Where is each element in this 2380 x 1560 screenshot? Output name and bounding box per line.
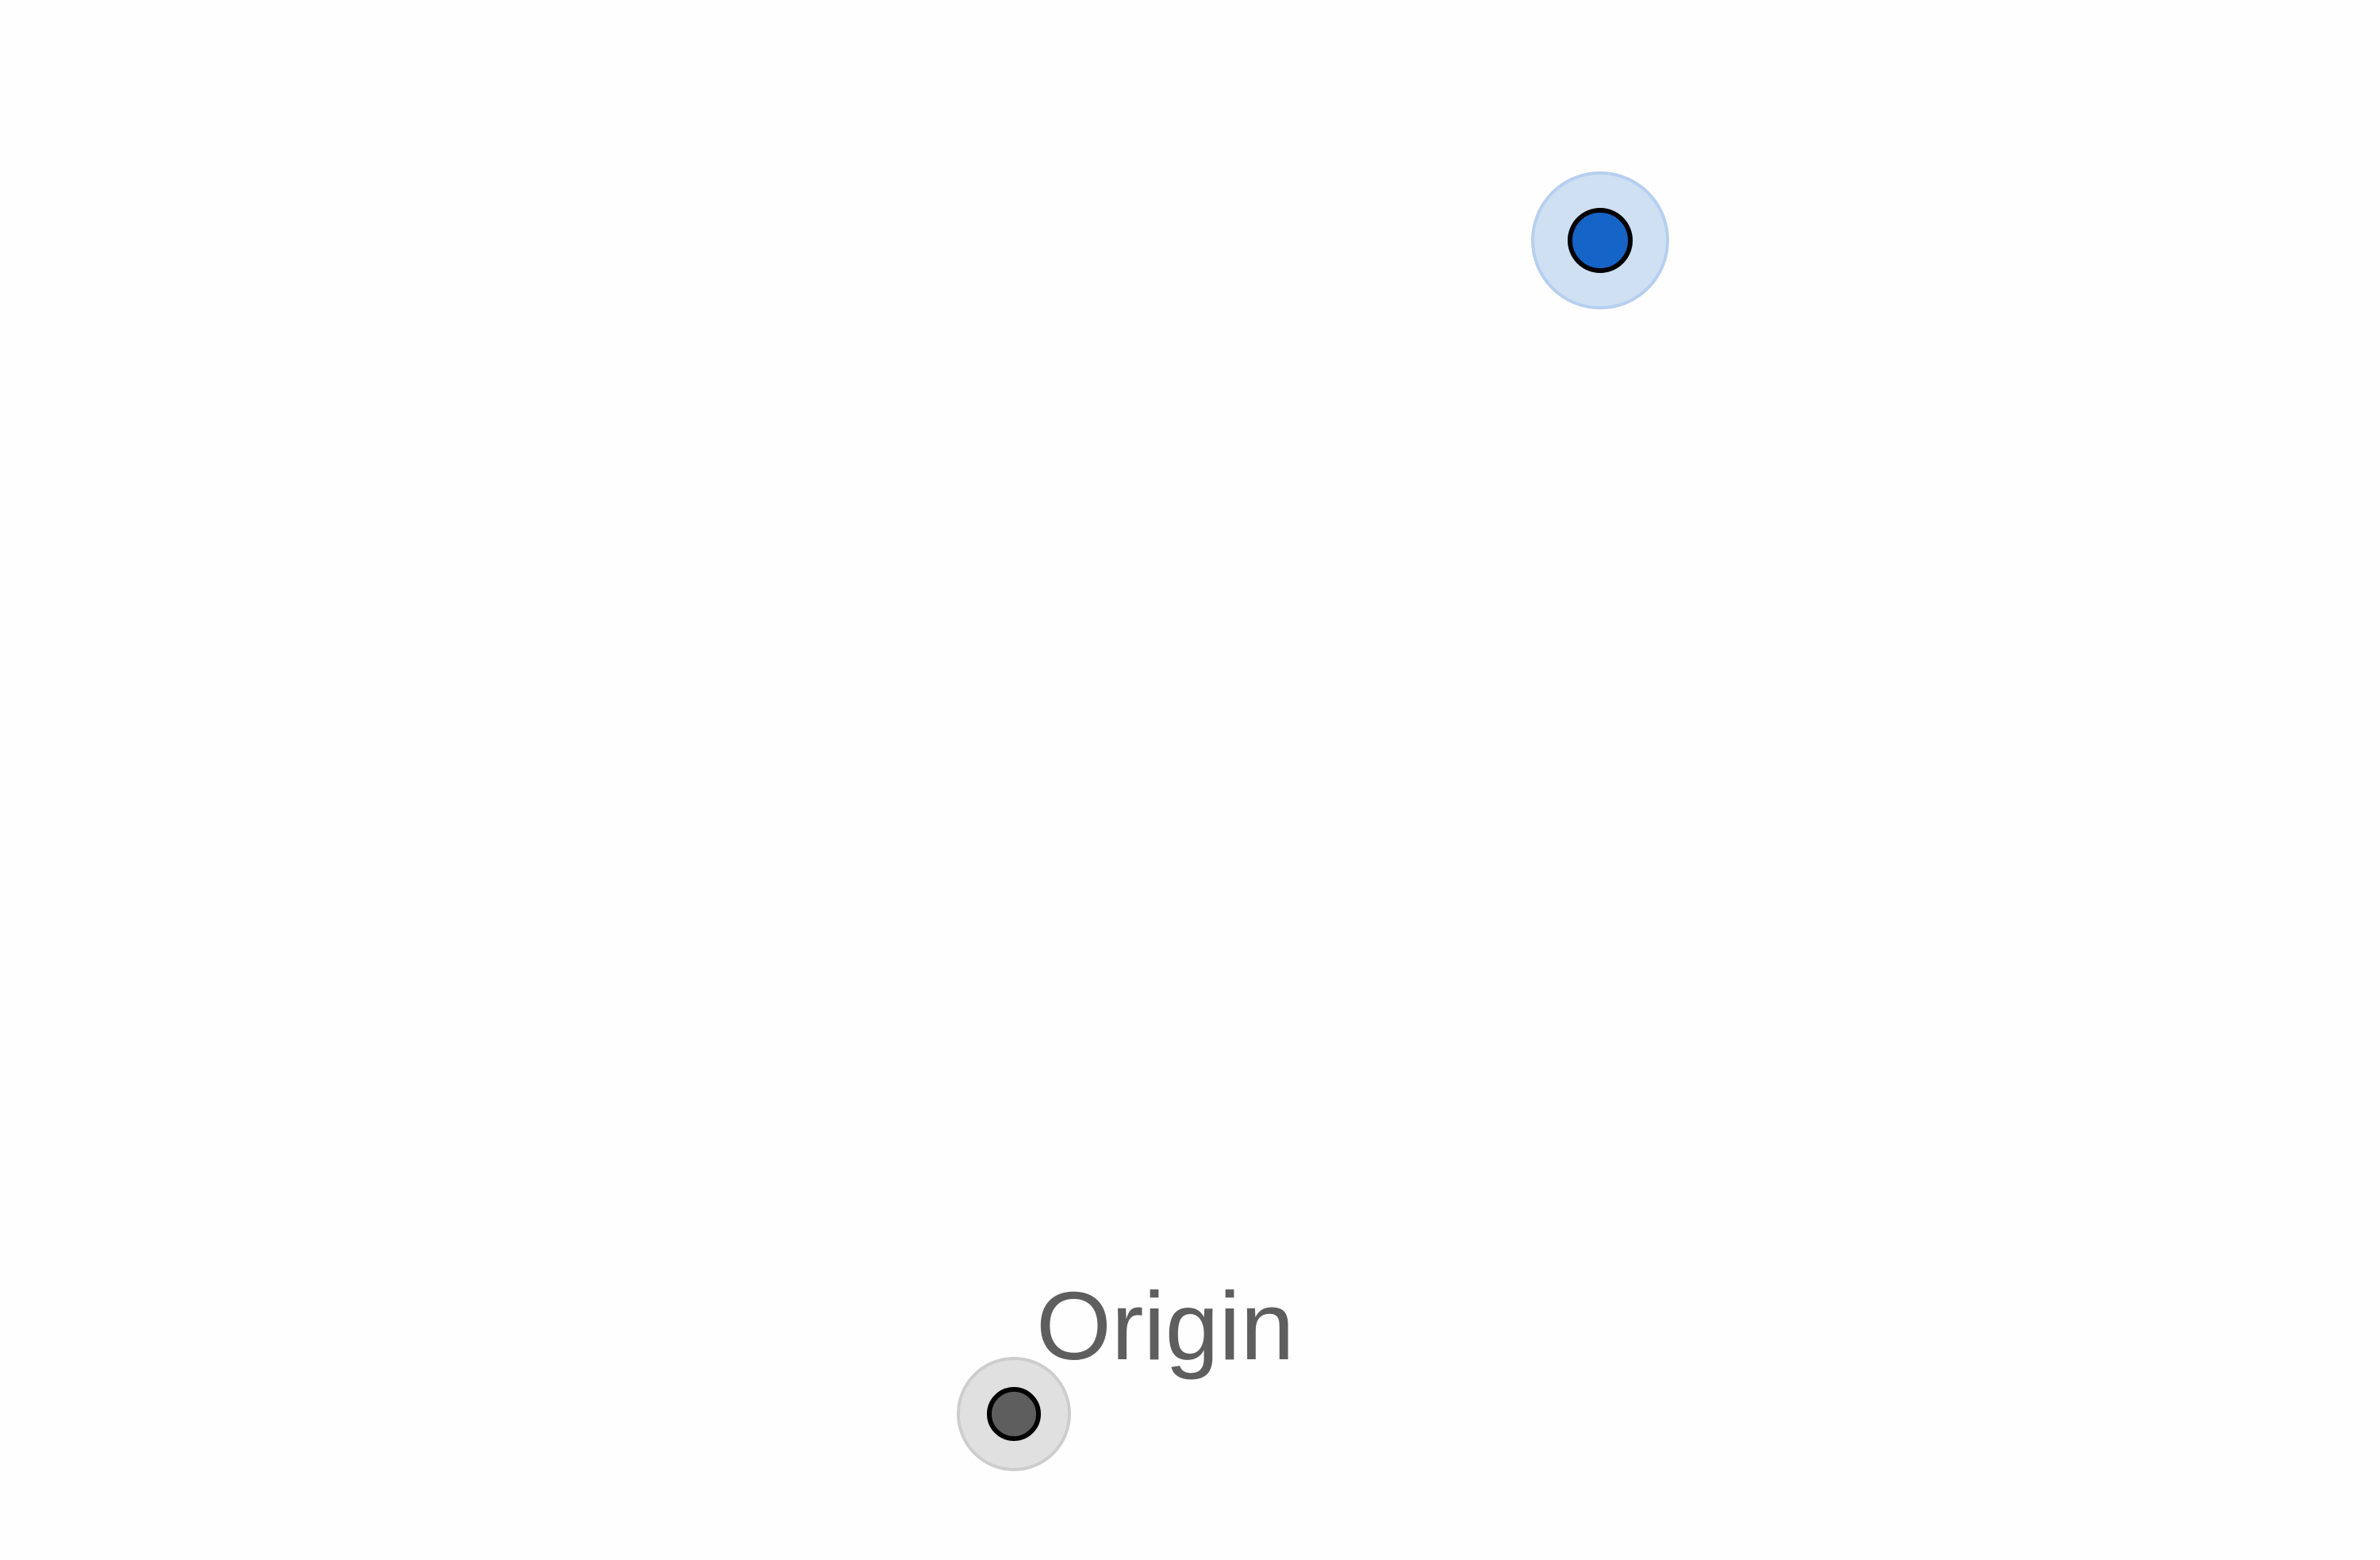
location-dot-icon: [1568, 208, 1633, 273]
origin-label: Origin: [1036, 1272, 1295, 1380]
origin-dot-icon: [987, 1387, 1041, 1441]
map-canvas[interactable]: Origin: [0, 0, 2380, 1560]
current-location-marker[interactable]: [1531, 171, 1669, 309]
